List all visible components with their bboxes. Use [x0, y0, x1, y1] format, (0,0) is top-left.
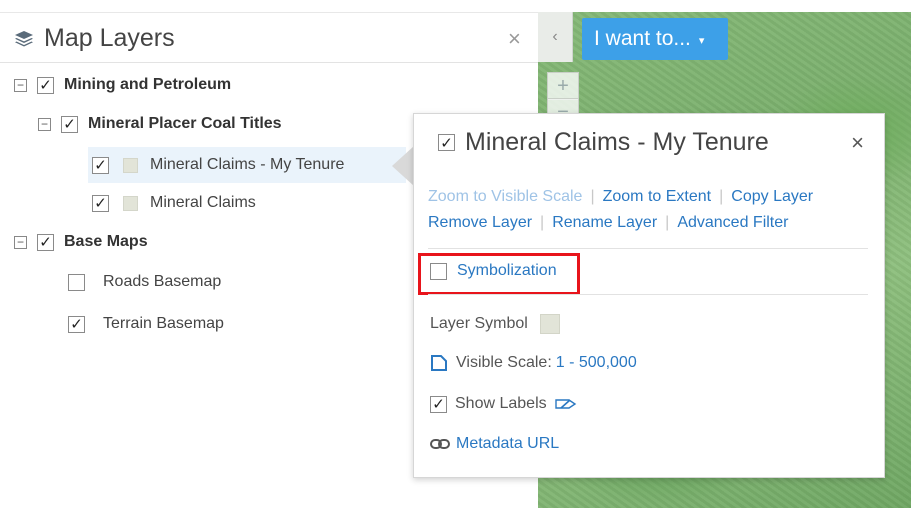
- separator: |: [665, 214, 670, 231]
- tree-row-terrain[interactable]: ✓ Terrain Basemap: [68, 310, 224, 338]
- layer-label-mineral-placer: Mineral Placer Coal Titles: [88, 115, 282, 132]
- symbolization-checkbox[interactable]: [430, 262, 447, 280]
- symbolization-link[interactable]: Symbolization: [457, 262, 557, 280]
- layer-label-base-maps: Base Maps: [64, 233, 148, 250]
- tree-row-roads[interactable]: Roads Basemap: [68, 268, 221, 296]
- copy-layer-link[interactable]: Copy Layer: [731, 188, 813, 205]
- link-icon: [430, 439, 450, 449]
- tree-row-claims-tenure[interactable]: ✓ Mineral Claims - My Tenure: [92, 151, 344, 179]
- close-panel-button[interactable]: ×: [508, 26, 521, 52]
- tree-row-base-maps[interactable]: − ✓ Base Maps: [14, 228, 148, 256]
- layer-checkbox-mineral-placer[interactable]: ✓: [61, 115, 78, 133]
- visible-scale-value-link[interactable]: 1 - 500,000: [556, 354, 637, 372]
- metadata-row[interactable]: Metadata URL: [430, 435, 559, 453]
- visible-scale-label: Visible Scale:: [456, 354, 552, 371]
- panel-header: Map Layers: [14, 22, 175, 54]
- collapse-icon[interactable]: −: [14, 78, 27, 92]
- caret-down-icon: ▾: [698, 34, 705, 47]
- zoom-to-extent-link[interactable]: Zoom to Extent: [603, 188, 712, 205]
- symbolization-row[interactable]: Symbolization: [430, 262, 557, 280]
- collapse-icon[interactable]: −: [38, 117, 51, 131]
- i-want-to-label: I want to...: [594, 27, 691, 50]
- layer-checkbox-base-maps[interactable]: ✓: [37, 233, 54, 251]
- layer-label-claims: Mineral Claims: [150, 194, 256, 211]
- popup-header: ✓ Mineral Claims - My Tenure: [438, 128, 769, 157]
- popup-divider: [428, 294, 868, 295]
- layer-checkbox-claims-tenure[interactable]: ✓: [92, 156, 109, 174]
- layers-icon: [15, 31, 33, 47]
- layer-symbol-label: Layer Symbol: [430, 315, 528, 332]
- popup-divider: [428, 248, 868, 249]
- panel-title: Map Layers: [44, 23, 175, 52]
- layer-checkbox-terrain[interactable]: ✓: [68, 315, 85, 333]
- close-popup-button[interactable]: ×: [851, 130, 864, 156]
- layer-swatch: [123, 157, 138, 173]
- layer-label-roads: Roads Basemap: [103, 273, 222, 290]
- remove-layer-link[interactable]: Remove Layer: [428, 214, 532, 231]
- layer-checkbox-roads[interactable]: [68, 273, 85, 291]
- zoom-in-button[interactable]: +: [547, 72, 579, 100]
- layer-actions: Zoom to Visible Scale | Zoom to Extent | Cop…: [428, 184, 878, 236]
- header-divider: [0, 62, 538, 63]
- i-want-to-button[interactable]: I want to... ▾: [582, 18, 728, 60]
- plus-icon: +: [557, 74, 569, 97]
- layer-checkbox-claims[interactable]: ✓: [92, 194, 109, 212]
- zoom-to-visible-scale-link[interactable]: Zoom to Visible Scale: [428, 188, 582, 205]
- rename-layer-link[interactable]: Rename Layer: [552, 214, 657, 231]
- label-tag-icon[interactable]: [554, 397, 577, 411]
- popup-title: Mineral Claims - My Tenure: [465, 128, 769, 156]
- layer-symbol-swatch: [539, 314, 560, 334]
- popup-pointer: [392, 146, 414, 186]
- advanced-filter-link[interactable]: Advanced Filter: [677, 214, 788, 231]
- panel-top-border: [0, 12, 538, 13]
- show-labels-checkbox[interactable]: ✓: [430, 395, 447, 413]
- layer-checkbox-mining[interactable]: ✓: [37, 76, 54, 94]
- separator: |: [719, 188, 724, 205]
- separator: |: [540, 214, 545, 231]
- layer-label-claims-tenure: Mineral Claims - My Tenure: [150, 156, 345, 173]
- collapse-icon[interactable]: −: [14, 235, 27, 249]
- chevron-left-icon: ‹: [552, 28, 558, 45]
- layer-symbol-row: Layer Symbol: [430, 314, 560, 334]
- show-labels-row[interactable]: ✓ Show Labels: [430, 395, 577, 413]
- tree-row-claims[interactable]: ✓ Mineral Claims: [92, 189, 256, 217]
- scale-icon: [431, 355, 447, 371]
- layer-label-mining: Mining and Petroleum: [64, 76, 232, 93]
- layer-options-popup: ✓ Mineral Claims - My Tenure × Zoom to V…: [413, 113, 885, 478]
- show-labels-label: Show Labels: [455, 395, 547, 412]
- popup-layer-checkbox[interactable]: ✓: [438, 134, 455, 152]
- metadata-url-link[interactable]: Metadata URL: [456, 435, 559, 453]
- collapse-panel-button[interactable]: ‹: [538, 12, 573, 62]
- layer-swatch: [123, 195, 138, 211]
- visible-scale-row: Visible Scale: 1 - 500,000: [430, 354, 637, 372]
- layer-label-terrain: Terrain Basemap: [103, 315, 224, 332]
- tree-row-mining[interactable]: − ✓ Mining and Petroleum: [14, 71, 231, 99]
- tree-row-mineral-placer[interactable]: − ✓ Mineral Placer Coal Titles: [38, 110, 282, 138]
- separator: |: [590, 188, 595, 205]
